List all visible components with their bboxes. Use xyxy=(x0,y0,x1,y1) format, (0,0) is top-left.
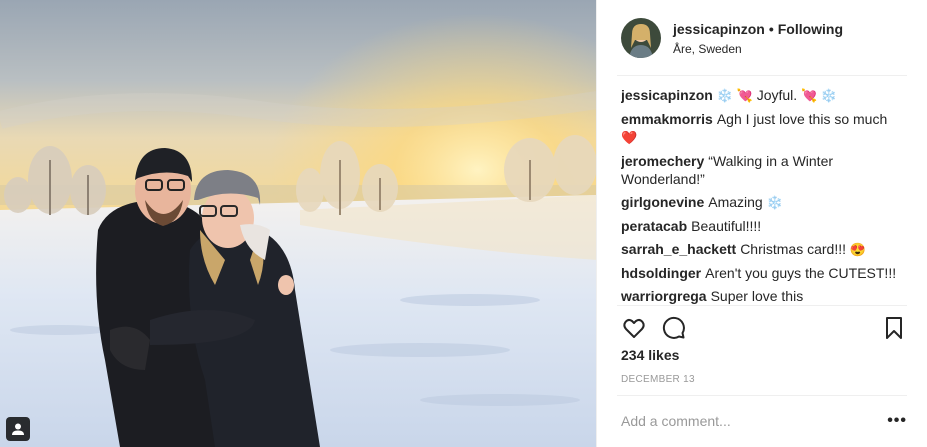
bookmark-icon xyxy=(886,317,902,339)
comment-icon xyxy=(662,316,685,339)
post-date[interactable]: DECEMBER 13 xyxy=(621,374,695,385)
comment-emoji: 💘 ❄️ xyxy=(801,88,838,103)
comment-text: Agh I just love this so much xyxy=(716,111,888,127)
post-header: jessicapinzon • Following Åre, Sweden xyxy=(621,14,907,62)
comment-item: jeromechery “Walking in a Winter Wonderla… xyxy=(621,152,905,188)
header-text: jessicapinzon • Following Åre, Sweden xyxy=(673,20,843,57)
comment-text: Amazing xyxy=(708,194,763,210)
comment-emoji: 😍 xyxy=(849,242,867,257)
like-button[interactable] xyxy=(621,315,647,341)
comment-username[interactable]: jeromechery xyxy=(621,153,704,169)
comment-item: sarrah_e_hackett Christmas card!!! 😍 xyxy=(621,240,905,259)
comment-username[interactable]: hdsoldinger xyxy=(621,265,701,281)
comment-username[interactable]: warriorgrega xyxy=(621,288,707,304)
winter-couple-photo xyxy=(0,0,596,447)
comment-username[interactable]: emmakmorris xyxy=(621,111,713,127)
heart-icon xyxy=(623,318,645,338)
comment-item: hdsoldinger Aren't you guys the CUTEST!!! xyxy=(621,264,905,282)
comment-text: Super love this xyxy=(710,288,804,304)
user-tag-icon xyxy=(12,423,24,435)
avatar[interactable] xyxy=(621,18,661,58)
likes-count[interactable]: 234 likes xyxy=(621,347,679,363)
comment-emoji: ❄️ 💘 xyxy=(716,88,753,103)
comment-username[interactable]: jessicapinzon xyxy=(621,87,713,103)
comment-item: warriorgrega Super love this xyxy=(621,287,905,304)
header-divider xyxy=(617,75,907,76)
user-tag-button[interactable] xyxy=(6,417,30,441)
footer-divider xyxy=(617,395,907,396)
comments-list[interactable]: jessicapinzon ❄️ 💘 Joyful. 💘 ❄️ emmakmorri… xyxy=(621,86,905,304)
comment-item: girlgonevine Amazing ❄️ xyxy=(621,193,905,212)
username-line: jessicapinzon • Following xyxy=(673,20,843,38)
separator-dot: • xyxy=(768,20,774,37)
comment-text: Beautiful!!!! xyxy=(691,218,762,234)
comment-item: peratacab Beautiful!!!! xyxy=(621,217,905,235)
comment-username[interactable]: girlgonevine xyxy=(621,194,704,210)
comment-emoji: ❄️ xyxy=(766,195,783,210)
add-comment-bar: ••• xyxy=(621,409,907,433)
comment-text: Joyful. xyxy=(756,87,798,103)
save-button[interactable] xyxy=(881,315,907,341)
add-comment-input[interactable] xyxy=(621,413,888,429)
profile-picture xyxy=(621,18,661,58)
post-photo[interactable] xyxy=(0,0,597,447)
comment-emoji: ❤️ xyxy=(621,130,638,145)
comment-text: Christmas card!!! xyxy=(740,241,846,257)
instagram-post: jessicapinzon • Following Åre, Sweden jess… xyxy=(0,0,927,447)
comment-item: jessicapinzon ❄️ 💘 Joyful. 💘 ❄️ xyxy=(621,86,905,105)
comment-username[interactable]: peratacab xyxy=(621,218,687,234)
comments-divider xyxy=(617,305,907,306)
post-sidebar: jessicapinzon • Following Åre, Sweden jess… xyxy=(597,0,927,447)
location-link[interactable]: Åre, Sweden xyxy=(673,41,843,57)
action-bar xyxy=(621,315,907,341)
username-link[interactable]: jessicapinzon xyxy=(673,21,765,37)
more-options-button[interactable]: ••• xyxy=(887,412,907,430)
following-button[interactable]: Following xyxy=(778,21,843,37)
comment-item: emmakmorris Agh I just love this so much … xyxy=(621,110,905,147)
comment-username[interactable]: sarrah_e_hackett xyxy=(621,241,736,257)
comment-button[interactable] xyxy=(661,315,687,341)
comment-text: Aren't you guys the CUTEST!!! xyxy=(705,265,897,281)
